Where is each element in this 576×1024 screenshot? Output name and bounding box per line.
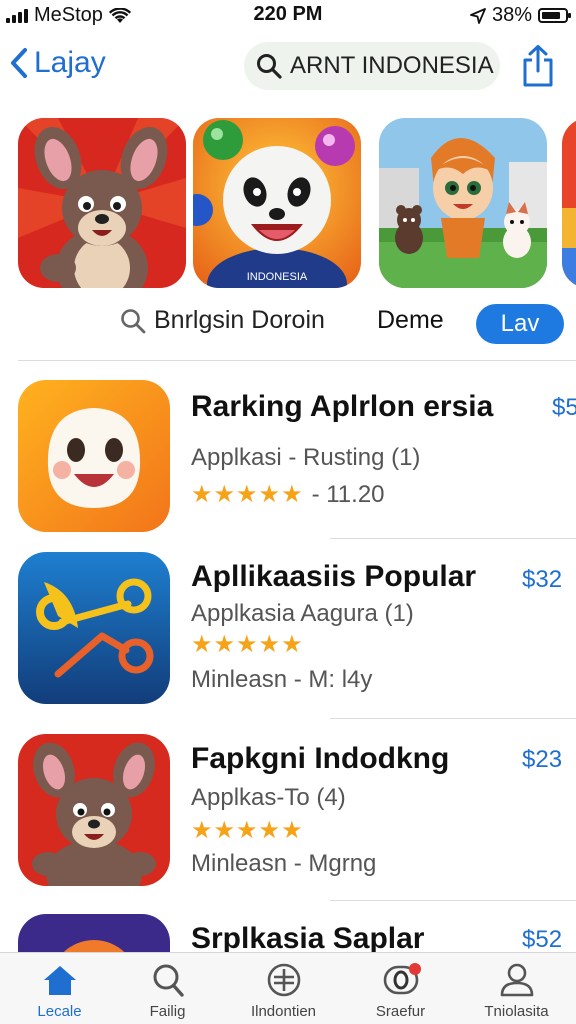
featured-carousel[interactable]: INDONESIA	[0, 118, 576, 290]
price-button[interactable]: $32	[522, 566, 562, 594]
divider	[330, 538, 576, 539]
filter-search[interactable]: Bnrlgsin Doroin	[120, 306, 325, 335]
status-right: 38%	[470, 4, 571, 27]
tab-label: Lecale	[37, 1003, 82, 1020]
star-rating: ★★★★★	[191, 631, 304, 658]
search-field[interactable]: ARNT INDONESIA	[244, 42, 500, 90]
tab-label: Sraefur	[375, 1003, 426, 1020]
app-meta: ★★★★★	[191, 816, 304, 845]
app-subtitle: Applkasia Aagura (1)	[191, 600, 414, 627]
search-icon	[257, 54, 282, 79]
app-title: Apllikaasiis Popular	[191, 560, 477, 593]
grid-icon	[267, 963, 300, 997]
app-icon-partial	[18, 914, 170, 952]
cartoon-characters-illustration	[379, 118, 547, 288]
featured-card-partial[interactable]	[562, 118, 576, 288]
search-icon	[153, 964, 184, 997]
app-subtitle: Applkas-To (4)	[191, 784, 346, 811]
price-button[interactable]: $23	[522, 746, 562, 774]
app-title: Srplkasia Saplar	[191, 922, 425, 952]
search-text: ARNT INDONESIA	[290, 52, 494, 79]
panda-shirt-text: INDONESIA	[247, 271, 308, 283]
app-row[interactable]: Fapkgni Indodkng Applkas-To (4) ★★★★★ Mi…	[0, 728, 576, 898]
featured-card-cartoon-characters[interactable]	[379, 118, 547, 288]
panda-illustration: INDONESIA	[193, 118, 361, 288]
app-icon-smiley	[18, 380, 170, 532]
divider	[330, 718, 576, 719]
divider	[18, 360, 576, 361]
divider	[330, 900, 576, 901]
partial-card-illustration	[562, 118, 576, 288]
app-meta: ★★★★★	[191, 630, 304, 659]
app-row[interactable]: Srplkasia Saplar $52	[0, 908, 576, 952]
back-label: Lajay	[34, 46, 106, 79]
star-rating: ★★★★★	[191, 481, 304, 508]
filter-button[interactable]: Lav	[476, 304, 564, 344]
featured-card-panda[interactable]: INDONESIA	[193, 118, 361, 288]
location-icon	[470, 7, 486, 24]
filter-search-label: Bnrlgsin Doroin	[154, 306, 325, 334]
home-icon	[43, 966, 76, 995]
profile-icon	[500, 963, 533, 997]
tab-bar: Lecale Failig Ilndontien Sraefur Tniolas…	[0, 952, 576, 1024]
tab-tniolasita[interactable]: Tniolasita	[459, 961, 574, 1020]
battery-icon	[538, 8, 571, 23]
app-row[interactable]: Apllikaasiis Popular Applkasia Aagura (1…	[0, 548, 576, 718]
app-icon-scissors	[18, 552, 170, 704]
nav-bar: Lajay ARNT INDONESIA	[0, 38, 576, 98]
filter-row: Bnrlgsin Doroin Deme Lav	[0, 302, 576, 346]
tab-label: Ilndontien	[250, 1003, 317, 1020]
featured-card-kangaroo[interactable]	[18, 118, 186, 288]
app-meta-text: Minleasn - M: l4y	[191, 666, 373, 693]
battery-percent: 38%	[491, 4, 532, 26]
app-meta-text: - 11.20	[311, 480, 385, 508]
notification-badge	[409, 963, 421, 975]
app-title: Rarking Aplrlon ersia	[191, 390, 494, 423]
app-icon-kangaroo	[18, 734, 170, 886]
search-icon	[121, 308, 146, 333]
kangaroo-illustration	[18, 118, 186, 288]
status-bar: MeStop 220 PM 38%	[0, 0, 576, 32]
back-button[interactable]: Lajay	[8, 46, 106, 80]
app-meta: ★★★★★ - 11.20	[191, 480, 385, 509]
tab-lecale[interactable]: Lecale	[2, 961, 117, 1020]
tab-sraefur[interactable]: Sraefur	[343, 961, 458, 1020]
tab-ilndontien[interactable]: Ilndontien	[226, 961, 341, 1020]
star-rating: ★★★★★	[191, 817, 304, 844]
app-row[interactable]: Rarking Aplrlon ersia Applkasi - Rusting…	[0, 374, 576, 544]
app-subtitle: Applkasi - Rusting (1)	[191, 444, 421, 471]
chevron-left-icon	[11, 48, 27, 78]
share-icon[interactable]	[520, 44, 556, 88]
tab-label: Failig	[149, 1003, 186, 1020]
filter-option[interactable]: Deme	[377, 306, 444, 335]
price-button[interactable]: $52	[522, 926, 562, 952]
app-meta-text: Minleasn - Mgrng	[191, 850, 377, 877]
tab-failig[interactable]: Failig	[110, 961, 225, 1020]
app-title: Fapkgni Indodkng	[191, 742, 450, 775]
price-button[interactable]: $5	[552, 394, 576, 422]
tab-label: Tniolasita	[484, 1003, 549, 1020]
